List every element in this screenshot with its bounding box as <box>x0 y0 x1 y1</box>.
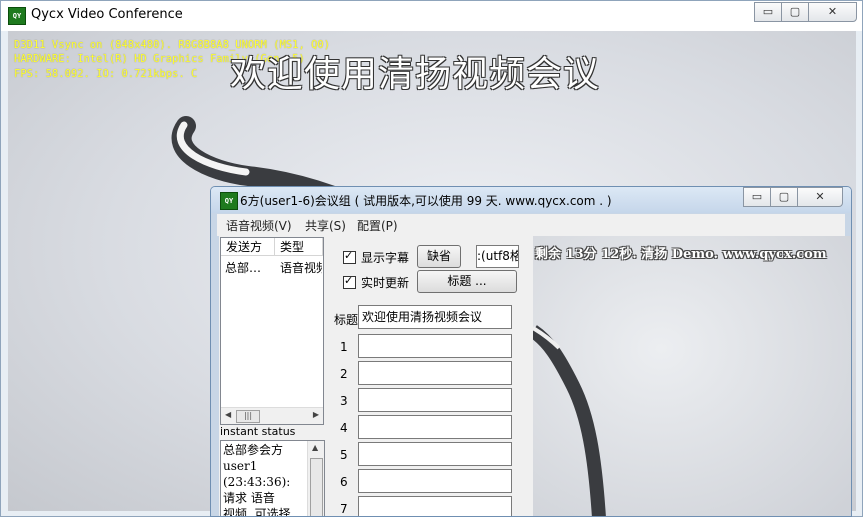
dialog-window-controls: ▭ ▢ ✕ <box>743 187 843 207</box>
show-subtitle-label: 显示字幕 <box>361 251 410 265</box>
checkbox-checked-icon[interactable] <box>343 249 356 264</box>
subtitle-line-6-input[interactable] <box>358 469 512 493</box>
dialog-close-button[interactable]: ✕ <box>797 187 843 207</box>
dialog-titlebar[interactable]: QY 6方(user1-6)会议组 ( 试用版本,可以使用 99 天. www.… <box>211 187 851 213</box>
title-label: 标题 <box>334 313 359 327</box>
qycx-app-icon[interactable]: QY <box>8 7 26 25</box>
scroll-thumb[interactable]: ||| <box>236 410 260 423</box>
main-titlebar[interactable]: QY Qycx Video Conference ▭ ▢ ✕ <box>1 1 862 31</box>
subtitle-line-1-input[interactable] <box>358 334 512 358</box>
show-subtitle-checkbox[interactable]: 显示字幕 <box>343 249 409 266</box>
menubar: 语音视频(V) 共享(S) 配置(P) <box>217 214 845 236</box>
close-button[interactable]: ✕ <box>808 2 857 22</box>
subtitle-settings-pane: 显示字幕 实时更新 缺省 :(utf8格 标题 ... 标题 欢迎使用清扬视频会… <box>325 236 533 516</box>
maximize-button[interactable]: ▢ <box>781 2 809 22</box>
left-pane: 发送方 类型 总部… 语音视频 ◀ ||| ▶ instant status 总… <box>219 236 325 517</box>
menu-voice-video[interactable]: 语音视频(V) <box>226 217 292 234</box>
realtime-update-checkbox[interactable]: 实时更新 <box>343 274 409 291</box>
subtitle-line-5-input[interactable] <box>358 442 512 466</box>
preview-frame <box>533 236 851 516</box>
scroll-left-icon[interactable]: ◀ <box>225 410 231 419</box>
qycx-app-icon[interactable]: QY <box>220 192 238 210</box>
vertical-scroll-thumb[interactable] <box>310 458 323 516</box>
title-button[interactable]: 标题 ... <box>417 270 517 293</box>
line-label-3: 3 <box>340 394 348 408</box>
conference-dialog: QY 6方(user1-6)会议组 ( 试用版本,可以使用 99 天. www.… <box>210 186 852 517</box>
minimize-button[interactable]: ▭ <box>754 2 782 22</box>
remaining-time-overlay: 剩余 13分 12秒. 清扬 Demo. www.qycx.com <box>535 247 827 262</box>
dialog-maximize-button[interactable]: ▢ <box>770 187 798 207</box>
line-label-5: 5 <box>340 448 348 462</box>
horizontal-scrollbar[interactable]: ◀ ||| ▶ <box>221 407 323 424</box>
scroll-right-icon[interactable]: ▶ <box>313 410 319 419</box>
subtitle-line-2-input[interactable] <box>358 361 512 385</box>
list-item-type[interactable]: 语音视频 <box>280 259 322 276</box>
dialog-minimize-button[interactable]: ▭ <box>743 187 771 207</box>
encoding-field[interactable]: :(utf8格 <box>476 245 519 268</box>
window-title: Qycx Video Conference <box>31 7 183 22</box>
dialog-title: 6方(user1-6)会议组 ( 试用版本,可以使用 99 天. www.qyc… <box>240 194 612 208</box>
subtitle-line-4-input[interactable] <box>358 415 512 439</box>
status-log-text: 总部参会方 user1 (23:43:36): 请求 语音 视频, 可选择 <box>223 443 291 517</box>
subtitle-line-3-input[interactable] <box>358 388 512 412</box>
preview-video[interactable]: 剩余 13分 12秒. 清扬 Demo. www.qycx.com <box>533 236 851 516</box>
line-label-4: 4 <box>340 421 348 435</box>
vertical-scrollbar[interactable]: ▲ <box>307 441 324 516</box>
line-label-7: 7 <box>340 502 348 516</box>
status-log[interactable]: 总部参会方 user1 (23:43:36): 请求 语音 视频, 可选择 ▲ <box>220 440 325 517</box>
title-input[interactable]: 欢迎使用清扬视频会议 <box>358 305 512 329</box>
column-header-type[interactable]: 类型 <box>275 238 323 256</box>
menu-share[interactable]: 共享(S) <box>305 217 346 234</box>
menu-config[interactable]: 配置(P) <box>357 217 398 234</box>
subtitle-line-7-input[interactable] <box>358 496 512 516</box>
line-label-6: 6 <box>340 475 348 489</box>
scroll-up-icon[interactable]: ▲ <box>312 443 318 452</box>
message-list[interactable]: 发送方 类型 总部… 语音视频 ◀ ||| ▶ <box>220 237 324 425</box>
line-label-1: 1 <box>340 340 348 354</box>
window-controls: ▭ ▢ ✕ <box>754 2 857 22</box>
list-item-sender[interactable]: 总部… <box>225 259 273 276</box>
video-caption: 欢迎使用清扬视频会议 <box>230 54 601 95</box>
checkbox-checked-icon[interactable] <box>343 274 356 289</box>
status-label: instant status <box>220 425 296 438</box>
default-button[interactable]: 缺省 <box>417 245 461 268</box>
column-header-sender[interactable]: 发送方 <box>221 238 275 256</box>
line-label-2: 2 <box>340 367 348 381</box>
osd-fps-info: FPS: 58.092. IO: 0.721kbps. C <box>14 68 198 80</box>
realtime-update-label: 实时更新 <box>361 276 410 290</box>
